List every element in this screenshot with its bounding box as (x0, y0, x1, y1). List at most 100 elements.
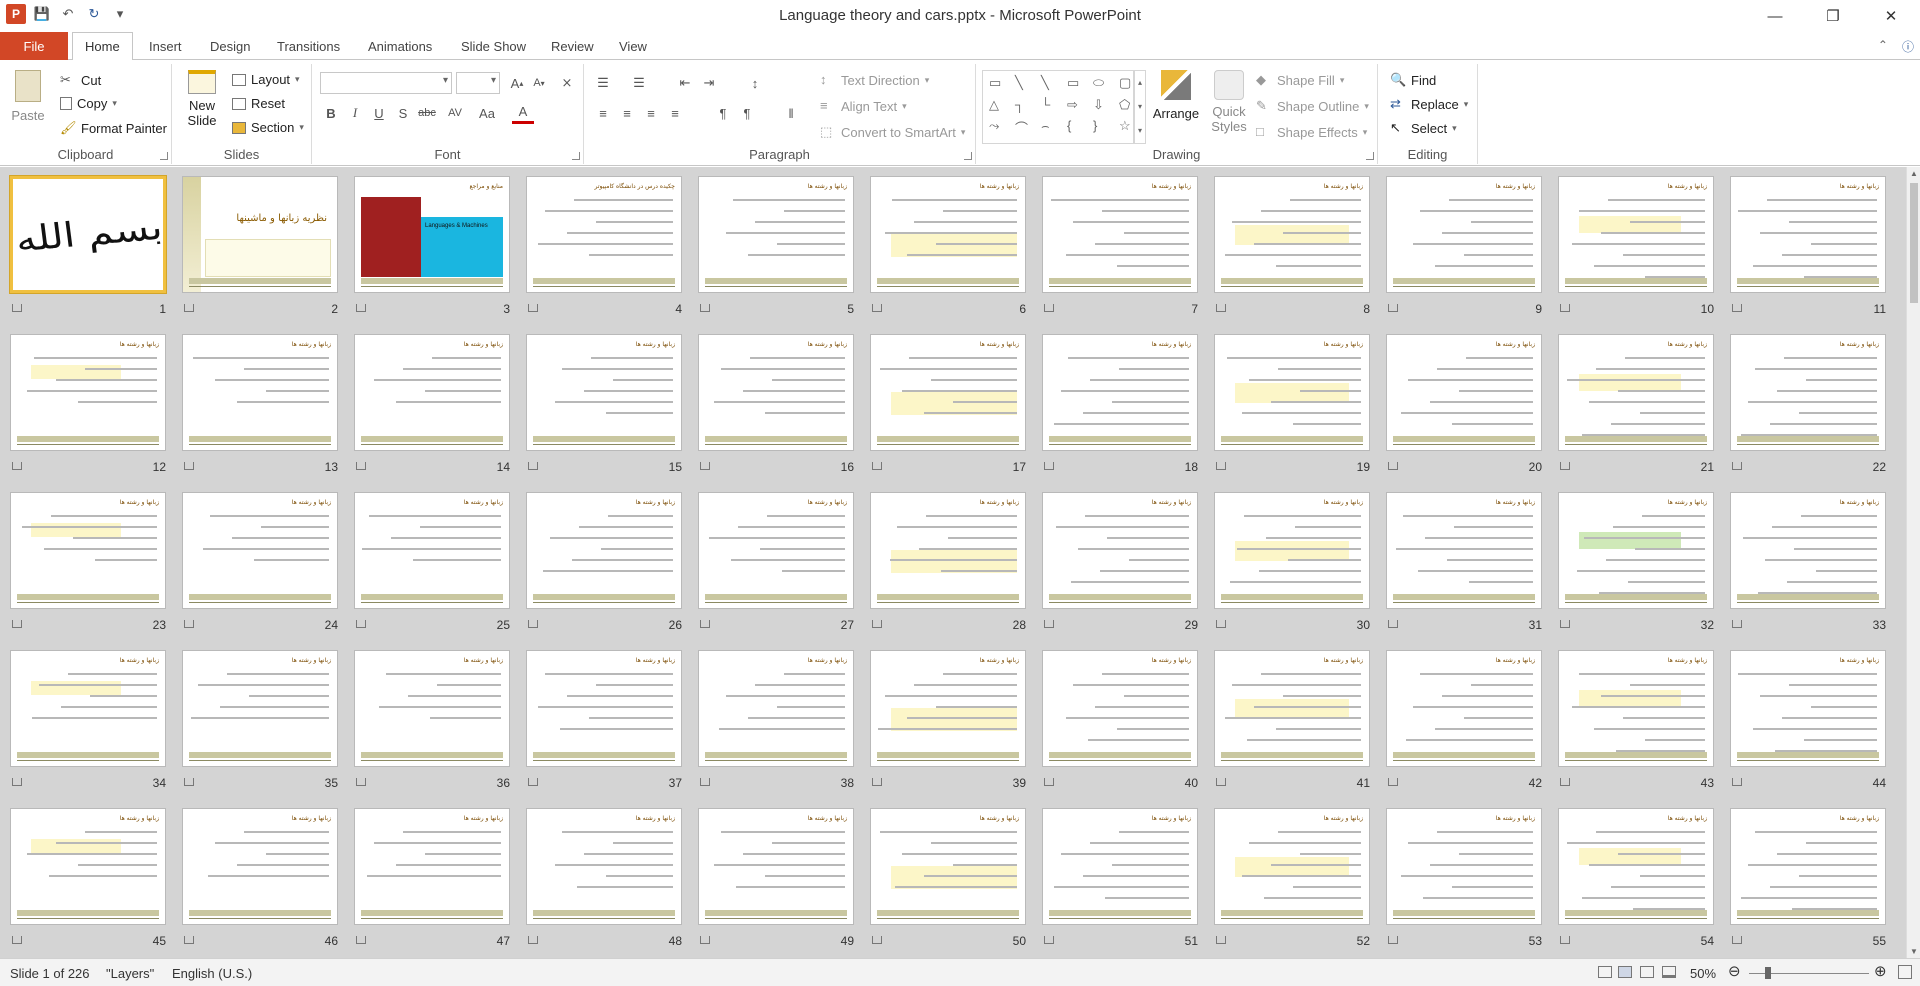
slide-thumbnail[interactable]: زبانها و رشته ها (698, 334, 854, 451)
slide-sorter-view-icon[interactable] (1618, 966, 1632, 978)
paste-button[interactable]: Paste (8, 70, 48, 123)
transition-icon[interactable] (1216, 936, 1226, 944)
slide-thumbnail-cell[interactable]: زبانها و رشته ها 38 (698, 650, 856, 794)
transition-icon[interactable] (1560, 462, 1570, 470)
transition-icon[interactable] (872, 620, 882, 628)
slide-thumbnail-cell[interactable]: زبانها و رشته ها 10 (1558, 176, 1716, 320)
slide-thumbnail-cell[interactable]: زبانها و رشته ها 6 (870, 176, 1028, 320)
slide-thumbnail[interactable]: زبانها و رشته ها (526, 492, 682, 609)
clear-formatting-icon[interactable]: ⨯ (556, 72, 578, 94)
convert-smartart-button[interactable]: ⬚ Convert to SmartArt ▾ (820, 124, 965, 140)
transition-icon[interactable] (1388, 304, 1398, 312)
slide-thumbnail[interactable]: زبانها و رشته ها (698, 650, 854, 767)
transition-icon[interactable] (12, 620, 22, 628)
shape-fill-button[interactable]: ◆ Shape Fill ▾ (1256, 72, 1344, 88)
slide-thumbnail-cell[interactable]: زبانها و رشته ها 41 (1214, 650, 1372, 794)
slide-thumbnail[interactable]: زبانها و رشته ها (1558, 492, 1714, 609)
layout-button[interactable]: Layout ▾ (232, 72, 300, 87)
strikethrough-icon[interactable]: abc (416, 102, 438, 124)
bullets-icon[interactable]: ☰ (592, 72, 614, 94)
slide-thumbnail[interactable]: زبانها و رشته ها (526, 650, 682, 767)
slide-thumbnail[interactable]: زبانها و رشته ها (182, 492, 338, 609)
slide-thumbnail[interactable]: Languages & Machines منابع و مراجع (354, 176, 510, 293)
slide-thumbnail-cell[interactable]: زبانها و رشته ها 25 (354, 492, 512, 636)
transition-icon[interactable] (184, 778, 194, 786)
tab-design[interactable]: Design (210, 32, 250, 60)
slide-thumbnail[interactable]: زبانها و رشته ها (182, 808, 338, 925)
slide-thumbnail-cell[interactable]: زبانها و رشته ها 30 (1214, 492, 1372, 636)
transition-icon[interactable] (1216, 778, 1226, 786)
line-spacing-icon[interactable]: ↕ (744, 72, 766, 94)
decrease-indent-icon[interactable]: ⇤ (674, 72, 696, 94)
slide-thumbnail-cell[interactable]: زبانها و رشته ها 45 (10, 808, 168, 952)
slide-thumbnail[interactable]: زبانها و رشته ها (1386, 334, 1542, 451)
tab-file[interactable]: File (0, 32, 68, 60)
slide-thumbnail[interactable]: زبانها و رشته ها (698, 808, 854, 925)
slide-thumbnail[interactable]: نظریه زبانها و ماشینها (182, 176, 338, 293)
brace-right-shape-icon[interactable]: } (1093, 118, 1115, 139)
transition-icon[interactable] (1388, 778, 1398, 786)
slide-thumbnail[interactable]: زبانها و رشته ها (182, 334, 338, 451)
font-color-icon[interactable]: A (512, 102, 534, 124)
slide-thumbnail[interactable]: زبانها و رشته ها (1558, 650, 1714, 767)
align-center-icon[interactable]: ≡ (616, 102, 638, 124)
slide-thumbnail-cell[interactable]: زبانها و رشته ها 13 (182, 334, 340, 478)
copy-button[interactable]: Copy ▾ (60, 96, 117, 111)
tab-animations[interactable]: Animations (368, 32, 432, 60)
transition-icon[interactable] (356, 778, 366, 786)
transition-icon[interactable] (12, 936, 22, 944)
shadow-icon[interactable]: S (392, 102, 414, 124)
slide-thumbnail[interactable]: زبانها و رشته ها (1558, 176, 1714, 293)
underline-icon[interactable]: U (368, 102, 390, 124)
text-direction-button[interactable]: ↕ Text Direction ▾ (820, 72, 929, 88)
transition-icon[interactable] (1044, 304, 1054, 312)
increase-indent-icon[interactable]: ⇥ (698, 72, 720, 94)
transition-icon[interactable] (1388, 462, 1398, 470)
elbow-shape-icon[interactable]: ┐ (1015, 97, 1037, 115)
slide-thumbnail-cell[interactable]: نظریه زبانها و ماشینها 2 (182, 176, 340, 320)
scroll-up-icon[interactable]: ▲ (1910, 169, 1918, 178)
shape-outline-button[interactable]: ✎ Shape Outline ▾ (1256, 98, 1369, 114)
slide-thumbnail-cell[interactable]: زبانها و رشته ها 14 (354, 334, 512, 478)
numbering-icon[interactable]: ☰ (628, 72, 650, 94)
transition-icon[interactable] (184, 304, 194, 312)
slide-thumbnail[interactable]: زبانها و رشته ها (1730, 176, 1886, 293)
transition-icon[interactable] (1732, 462, 1742, 470)
slide-thumbnail-cell[interactable]: زبانها و رشته ها 12 (10, 334, 168, 478)
text-box-shape-icon[interactable]: ▭ (989, 75, 1011, 93)
slide-thumbnail-cell[interactable]: زبانها و رشته ها 44 (1730, 650, 1888, 794)
arc-shape-icon[interactable]: ⌢ (1041, 118, 1063, 139)
reading-view-icon[interactable] (1640, 966, 1654, 978)
scroll-down-icon[interactable]: ▼ (1910, 947, 1918, 956)
bold-icon[interactable]: B (320, 102, 342, 124)
slide-thumbnail-cell[interactable]: زبانها و رشته ها 5 (698, 176, 856, 320)
shape-effects-button[interactable]: □ Shape Effects ▾ (1256, 124, 1367, 140)
slide-thumbnail[interactable]: زبانها و رشته ها (1214, 808, 1370, 925)
slide-thumbnail-cell[interactable]: زبانها و رشته ها 15 (526, 334, 684, 478)
slide-thumbnail-cell[interactable]: زبانها و رشته ها 26 (526, 492, 684, 636)
transition-icon[interactable] (1560, 778, 1570, 786)
slide-thumbnail[interactable]: زبانها و رشته ها (526, 808, 682, 925)
transition-icon[interactable] (700, 462, 710, 470)
arrow-right-shape-icon[interactable]: ⇨ (1067, 97, 1089, 115)
slide-thumbnail[interactable]: زبانها و رشته ها (1042, 650, 1198, 767)
slide-thumbnail-cell[interactable]: زبانها و رشته ها 54 (1558, 808, 1716, 952)
slide-thumbnail-cell[interactable]: زبانها و رشته ها 35 (182, 650, 340, 794)
zoom-slider-handle[interactable] (1765, 967, 1771, 979)
slide-thumbnail[interactable]: زبانها و رشته ها (354, 492, 510, 609)
slide-thumbnail[interactable]: زبانها و رشته ها (1730, 334, 1886, 451)
slide-thumbnail-cell[interactable]: زبانها و رشته ها 19 (1214, 334, 1372, 478)
slide-thumbnail-cell[interactable]: بسم الله 1 (9, 175, 168, 320)
slide-thumbnail[interactable]: زبانها و رشته ها (1730, 492, 1886, 609)
slide-thumbnail-cell[interactable]: زبانها و رشته ها 24 (182, 492, 340, 636)
slide-thumbnail-cell[interactable]: زبانها و رشته ها 39 (870, 650, 1028, 794)
reset-button[interactable]: Reset (232, 96, 285, 111)
transition-icon[interactable] (700, 936, 710, 944)
minimize-ribbon-icon[interactable]: ⌃ (1878, 38, 1888, 55)
slide-thumbnail[interactable]: زبانها و رشته ها (1558, 808, 1714, 925)
align-left-icon[interactable]: ≡ (592, 102, 614, 124)
ltr-icon[interactable]: ¶ (736, 102, 758, 124)
slide-thumbnail-cell[interactable]: زبانها و رشته ها 52 (1214, 808, 1372, 952)
slide-thumbnail-cell[interactable]: Languages & Machines منابع و مراجع 3 (354, 176, 512, 320)
zoom-in-icon[interactable]: ⊕ (1874, 962, 1887, 980)
